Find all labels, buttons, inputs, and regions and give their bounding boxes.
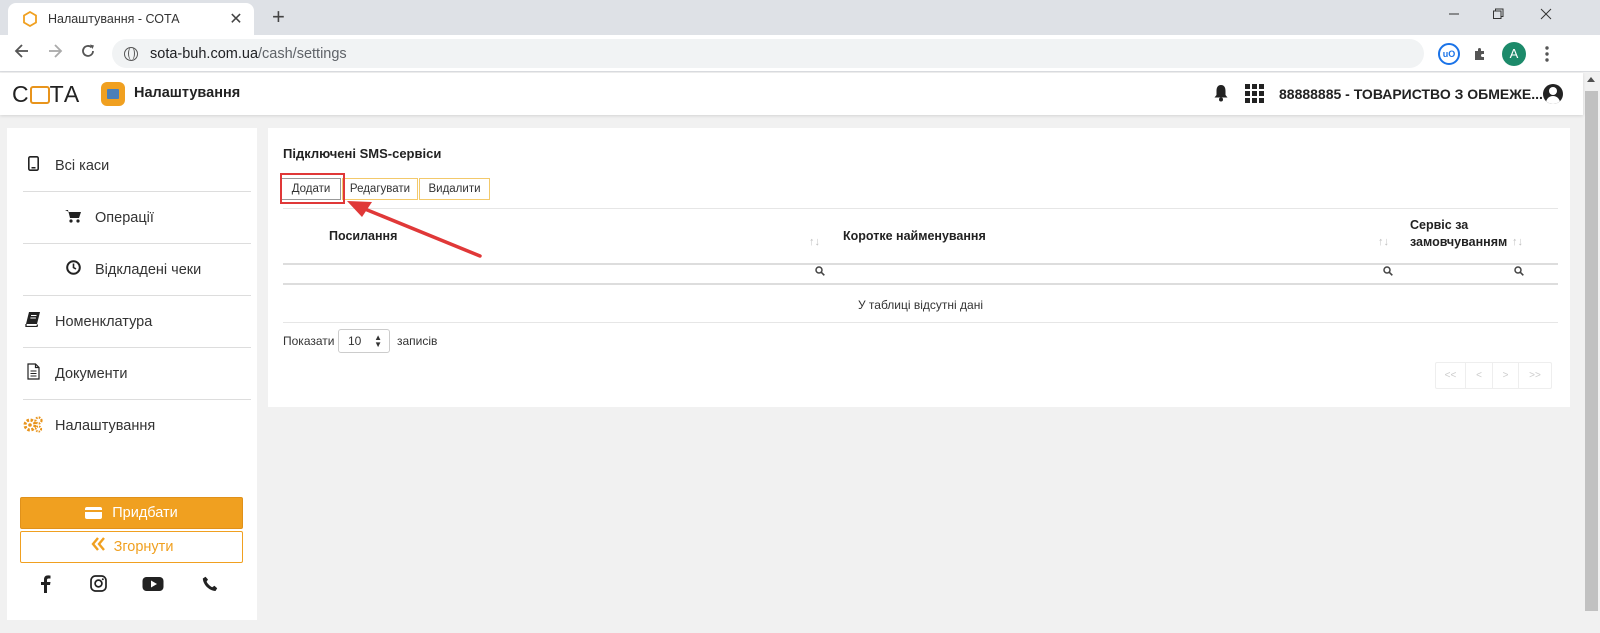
book-icon xyxy=(23,312,43,331)
sota-logo[interactable]: С ТА xyxy=(12,82,80,106)
search-icon[interactable] xyxy=(815,266,825,276)
browser-tab[interactable]: Налаштування - СОТА ✕ xyxy=(8,3,254,35)
tab-title: Налаштування - СОТА xyxy=(48,12,180,26)
url-field[interactable]: sota-buh.com.ua/cash/settings xyxy=(112,39,1424,68)
tab-close-icon[interactable]: ✕ xyxy=(228,9,244,29)
sms-services-card: Підключені SMS-сервіси Додати Редагувати… xyxy=(268,128,1570,407)
pager-first-button[interactable]: << xyxy=(1436,363,1466,388)
pagination: << < > >> xyxy=(1435,362,1552,389)
apps-grid-icon[interactable] xyxy=(1245,84,1264,103)
bell-icon[interactable] xyxy=(1213,84,1229,102)
edit-button[interactable]: Редагувати xyxy=(342,178,418,200)
sidebar-item-settings[interactable]: Налаштування xyxy=(23,400,251,452)
pager-next-button[interactable]: > xyxy=(1493,363,1519,388)
extensions-puzzle-icon[interactable] xyxy=(1469,43,1491,65)
youtube-icon[interactable] xyxy=(141,572,165,596)
ublock-extension-icon[interactable]: uO xyxy=(1438,43,1460,65)
sidebar-item-all-cash-registers[interactable]: Всі каси xyxy=(23,140,251,192)
browser-address-bar: sota-buh.com.ua/cash/settings uO A xyxy=(0,35,1600,72)
sort-icon[interactable]: ↑↓ xyxy=(1378,236,1389,248)
table-bottom-border xyxy=(283,322,1558,323)
page-length-label: Показати xyxy=(283,334,335,348)
profile-avatar[interactable]: A xyxy=(1502,42,1526,66)
delete-button[interactable]: Видалити xyxy=(419,178,490,200)
globe-icon xyxy=(124,46,138,61)
sidebar-item-label: Операції xyxy=(95,209,154,226)
phone-icon[interactable] xyxy=(198,572,222,596)
scrollbar-thumb[interactable] xyxy=(1585,91,1598,611)
minimize-icon[interactable] xyxy=(1440,4,1468,28)
app-header: С ТА Налаштування 88888885 - ТОВАРИСТВО З… xyxy=(0,73,1583,115)
pager-prev-button[interactable]: < xyxy=(1466,363,1493,388)
sidebar-item-label: Всі каси xyxy=(55,157,110,174)
filter-row-bottom-border xyxy=(283,283,1558,285)
document-icon xyxy=(23,363,43,384)
pager-last-button[interactable]: >> xyxy=(1519,363,1551,388)
search-icon[interactable] xyxy=(1383,266,1393,276)
sidebar-item-label: Відкладені чеки xyxy=(95,261,202,278)
column-header-short-name[interactable]: Коротке найменування xyxy=(843,228,986,245)
filter-row-top-border xyxy=(283,263,1558,265)
page-length-select[interactable]: 10 ▲ ▼ xyxy=(338,329,390,353)
tablet-icon xyxy=(23,156,43,175)
cart-icon xyxy=(63,209,83,227)
card-title: Підключені SMS-сервіси xyxy=(283,146,442,161)
sidebar-item-nomenclature[interactable]: Номенклатура xyxy=(23,296,251,348)
browser-tab-bar: Налаштування - СОТА ✕ + xyxy=(0,0,1600,35)
sidebar-item-deferred-receipts[interactable]: Відкладені чеки xyxy=(23,244,251,296)
close-window-icon[interactable] xyxy=(1532,4,1560,28)
buy-button[interactable]: Придбати xyxy=(20,497,243,529)
search-icon[interactable] xyxy=(1514,266,1524,276)
sidebar-item-label: Номенклатура xyxy=(55,313,153,330)
table-header-top-border xyxy=(283,208,1558,209)
facebook-icon[interactable] xyxy=(33,572,57,596)
sidebar-item-documents[interactable]: Документи xyxy=(23,348,251,400)
page-length-value: 10 xyxy=(348,334,362,348)
sidebar-item-label: Документи xyxy=(55,365,128,382)
buy-button-label: Придбати xyxy=(112,505,178,521)
tab-favicon-icon xyxy=(23,11,37,27)
column-header-link[interactable]: Посилання xyxy=(329,228,397,245)
browser-menu-icon[interactable] xyxy=(1536,43,1558,65)
sidebar-item-label: Налаштування xyxy=(55,418,156,434)
sort-icon[interactable]: ↑↓ xyxy=(809,236,820,248)
company-name[interactable]: 88888885 - ТОВАРИСТВО З ОБМЕЖЕ... xyxy=(1279,86,1543,102)
collapse-button[interactable]: Згорнути xyxy=(20,531,243,563)
instagram-icon[interactable] xyxy=(86,572,110,596)
sort-icon[interactable]: ↑↓ xyxy=(1512,236,1523,248)
url-text: sota-buh.com.ua/cash/settings xyxy=(150,45,347,62)
reload-icon[interactable] xyxy=(75,41,101,67)
restore-icon[interactable] xyxy=(1484,4,1512,28)
clock-icon xyxy=(63,260,83,279)
gears-icon xyxy=(23,415,43,437)
sidebar-item-operations[interactable]: Операції xyxy=(23,192,251,244)
collapse-button-label: Згорнути xyxy=(113,539,174,555)
back-icon[interactable] xyxy=(9,41,35,67)
column-header-default-service[interactable]: Сервіс за замовчуванням xyxy=(1410,217,1514,251)
credit-card-icon xyxy=(85,507,103,519)
new-tab-button[interactable]: + xyxy=(272,6,285,28)
select-caret-icon: ▲ ▼ xyxy=(374,333,382,349)
page-scrollbar[interactable] xyxy=(1583,73,1600,633)
forward-icon[interactable] xyxy=(42,41,68,67)
page-length-suffix: записів xyxy=(397,334,438,348)
sidebar: Всі каси Операції Відкладені чеки Номенк… xyxy=(7,128,257,620)
highlight-box xyxy=(280,173,345,204)
empty-table-message: У таблиці відсутні дані xyxy=(857,298,984,312)
cash-register-icon xyxy=(101,82,125,106)
scroll-up-arrow-icon[interactable] xyxy=(1587,77,1595,82)
double-chevron-left-icon xyxy=(90,536,106,558)
user-account-icon[interactable] xyxy=(1543,84,1563,104)
page-title: Налаштування xyxy=(134,85,241,101)
